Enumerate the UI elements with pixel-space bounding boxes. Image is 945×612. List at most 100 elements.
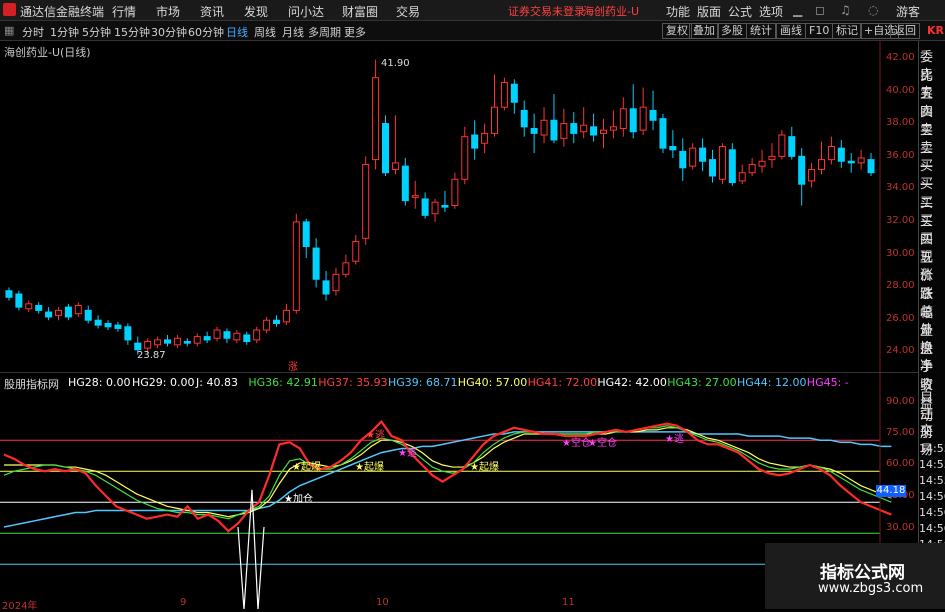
candle[interactable] — [391, 115, 399, 175]
menu-wenxiaoda[interactable]: 问小达 — [288, 3, 324, 20]
candle[interactable] — [669, 130, 677, 158]
candle[interactable] — [173, 334, 181, 349]
candle[interactable] — [74, 302, 82, 317]
candle[interactable] — [441, 190, 449, 213]
menu-caifuquan[interactable]: 财富圈 — [342, 3, 378, 20]
period-multi[interactable]: 多周期 — [308, 24, 341, 40]
bell-icon[interactable]: ♫ — [840, 3, 851, 17]
candle[interactable] — [461, 126, 469, 185]
candle[interactable] — [322, 271, 330, 301]
indicator-name[interactable]: 股朋指标网 — [4, 376, 59, 392]
candle[interactable] — [372, 59, 380, 170]
candle[interactable] — [401, 157, 409, 206]
candle[interactable] — [273, 315, 280, 327]
candle[interactable] — [709, 149, 716, 183]
candle[interactable] — [183, 338, 191, 347]
candle[interactable] — [104, 320, 112, 331]
candle[interactable] — [629, 84, 637, 139]
candle[interactable] — [124, 323, 132, 345]
candle[interactable] — [84, 305, 92, 324]
candle[interactable] — [639, 87, 647, 136]
candle[interactable] — [362, 156, 370, 245]
candle[interactable] — [35, 302, 43, 314]
candle[interactable] — [342, 254, 350, 278]
candle[interactable] — [778, 130, 786, 160]
candle[interactable] — [352, 235, 360, 265]
f10-button[interactable]: F10 — [805, 23, 834, 39]
candle[interactable] — [223, 328, 231, 344]
period-daily[interactable]: 日线 — [226, 24, 248, 40]
candle[interactable] — [570, 112, 578, 144]
candle[interactable] — [580, 107, 588, 139]
candle[interactable] — [243, 331, 251, 345]
menu-jiaoyi[interactable]: 交易 — [396, 3, 420, 20]
menu-gongshi[interactable]: 公式 — [728, 3, 752, 20]
chart-area[interactable] — [0, 41, 918, 609]
duogu-button[interactable]: 多股 — [717, 23, 747, 39]
menu-gongneng[interactable]: 功能 — [666, 3, 690, 20]
candle[interactable] — [114, 321, 122, 332]
candle[interactable] — [728, 143, 736, 186]
candle[interactable] — [659, 113, 667, 154]
candle[interactable] — [382, 115, 389, 176]
minimize-icon[interactable]: ▁ — [793, 3, 802, 17]
candle[interactable] — [451, 172, 459, 209]
candle[interactable] — [609, 110, 617, 139]
candle[interactable] — [64, 303, 72, 321]
user-icon[interactable]: ◌ — [868, 3, 878, 17]
candle[interactable] — [55, 307, 62, 321]
candle[interactable] — [491, 74, 498, 137]
candle[interactable] — [867, 153, 875, 176]
candle[interactable] — [857, 149, 865, 170]
candle[interactable] — [154, 336, 162, 349]
period-weekly[interactable]: 周线 — [254, 24, 276, 40]
candle[interactable] — [837, 139, 845, 168]
menu-zixun[interactable]: 资讯 — [200, 3, 224, 20]
diejia-button[interactable]: 叠加 — [689, 23, 719, 39]
kr-label[interactable]: KR — [927, 24, 944, 37]
candle[interactable] — [500, 77, 508, 111]
fuquan-button[interactable]: 复权 — [662, 23, 692, 39]
tongji-button[interactable]: 统计 — [746, 23, 776, 39]
candle[interactable] — [411, 180, 419, 209]
chat-icon[interactable]: ◻ — [815, 3, 825, 17]
period-monthly[interactable]: 月线 — [282, 24, 304, 40]
candle[interactable] — [827, 136, 835, 165]
candle[interactable] — [302, 218, 310, 258]
candle[interactable] — [213, 326, 221, 342]
period-15min[interactable]: 15分钟 — [114, 24, 150, 40]
candle[interactable] — [431, 198, 439, 222]
candle[interactable] — [788, 126, 796, 160]
candle[interactable] — [45, 307, 53, 321]
candle[interactable] — [471, 120, 479, 160]
candle[interactable] — [689, 143, 697, 170]
period-5min[interactable]: 5分钟 — [82, 24, 111, 40]
candle[interactable] — [718, 143, 726, 185]
candle[interactable] — [15, 290, 23, 311]
candle[interactable] — [847, 153, 855, 173]
candle[interactable] — [649, 90, 657, 131]
candle[interactable] — [25, 300, 33, 313]
candle[interactable] — [5, 287, 13, 301]
candle[interactable] — [748, 157, 756, 176]
period-1min[interactable]: 1分钟 — [50, 24, 79, 40]
candle[interactable] — [600, 118, 607, 149]
candle[interactable] — [758, 149, 766, 173]
period-30min[interactable]: 30分钟 — [151, 24, 187, 40]
pane-divider[interactable] — [0, 372, 918, 373]
candle[interactable] — [292, 213, 300, 314]
login-status[interactable]: 证券交易未登录 — [508, 3, 585, 19]
candle[interactable] — [332, 267, 340, 296]
candle[interactable] — [94, 315, 102, 329]
candle[interactable] — [798, 148, 806, 206]
menu-banmian[interactable]: 版面 — [697, 3, 721, 20]
candle[interactable] — [233, 330, 241, 344]
candle[interactable] — [560, 108, 568, 147]
candle[interactable] — [590, 113, 598, 142]
candle[interactable] — [540, 107, 548, 144]
period-more[interactable]: 更多 — [344, 24, 366, 40]
menu-faxian[interactable]: 发现 — [244, 3, 268, 20]
period-fenshi[interactable]: 分时 — [22, 24, 44, 40]
candle[interactable] — [738, 164, 746, 185]
candle[interactable] — [768, 143, 776, 168]
